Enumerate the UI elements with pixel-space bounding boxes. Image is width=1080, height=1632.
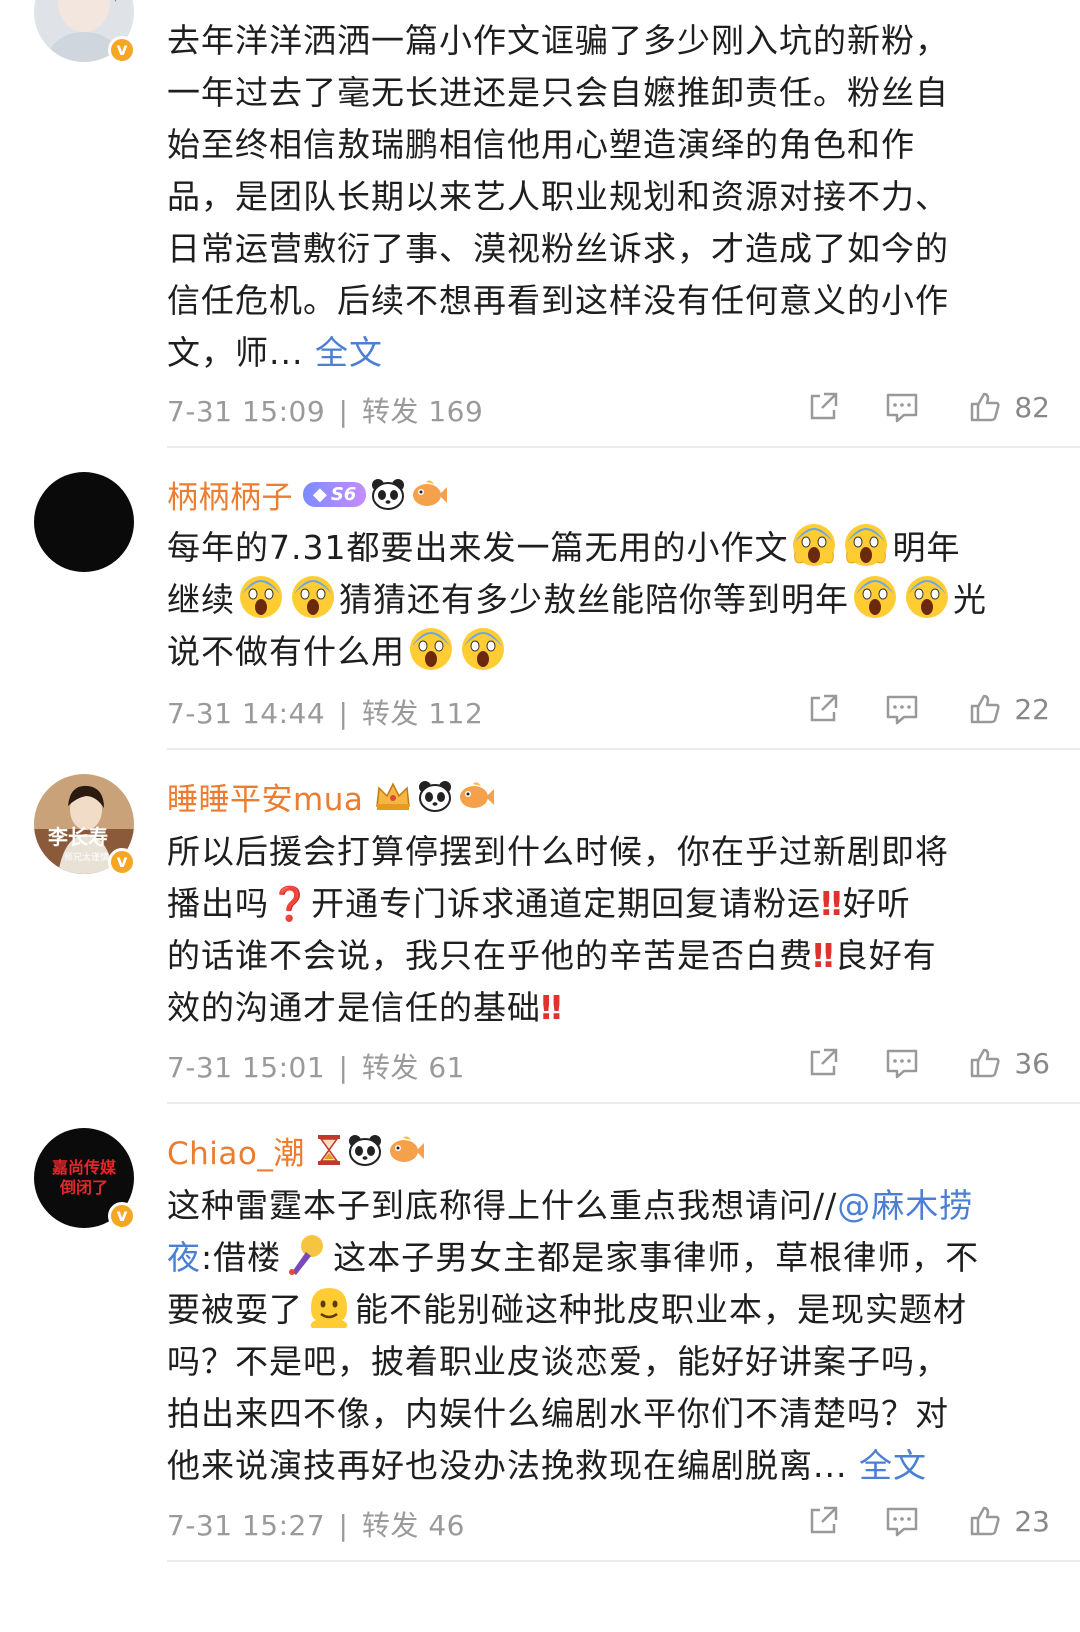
share-icon	[811, 1048, 838, 1076]
medal-icon: ◆	[313, 483, 327, 505]
timestamp: 7-31 15:27	[167, 1509, 326, 1542]
comment-icon	[887, 393, 918, 423]
divider	[167, 1102, 1080, 1104]
repost-count: 169	[428, 395, 484, 428]
verified-icon: v	[108, 1202, 136, 1230]
timestamp: 7-31 15:09	[167, 395, 326, 428]
like-button[interactable]: 23	[968, 1504, 1050, 1538]
avatar[interactable]	[34, 472, 134, 572]
repost-count: 46	[428, 1509, 465, 1542]
level-badge: ◆ S6	[303, 481, 367, 507]
like-count: 23	[1014, 1504, 1050, 1538]
avatar-caption: 嘉尚传媒	[51, 1158, 116, 1177]
panda-icon	[419, 781, 452, 812]
repost-count: 112	[428, 697, 484, 730]
avatar-subcaption: 师兄太谨慎	[64, 851, 109, 863]
timestamp: 7-31 14:44	[167, 697, 326, 730]
comment-button[interactable]	[884, 390, 920, 424]
hourglass-icon	[317, 1135, 340, 1165]
verified-icon: v	[108, 848, 136, 876]
avatar[interactable]: 嘉尚传媒 倒闭了 v	[34, 1128, 136, 1230]
verified-icon: v	[108, 36, 136, 64]
repost-label: 转发	[361, 1509, 419, 1542]
like-count: 82	[1014, 390, 1050, 424]
comment-text: 这种雷霆本子到底称得上什么重点我想请问//@麻木捞 夜:借楼 这本子男女主都是家事…	[167, 1186, 980, 1485]
fish-icon	[389, 1136, 424, 1162]
repost-label: 转发	[361, 697, 419, 730]
comment-icon	[887, 1507, 918, 1537]
thumbs-up-icon	[971, 392, 1000, 422]
scream-emoji-icon	[793, 524, 836, 566]
like-button[interactable]: 36	[968, 1046, 1050, 1080]
avatar-subcaption: 倒闭了	[59, 1178, 108, 1197]
double-exclamation-icon: ‼	[813, 936, 835, 975]
like-count: 36	[1014, 1046, 1050, 1080]
question-icon: ❓	[269, 884, 312, 923]
comment-icon	[887, 695, 918, 725]
fish-icon	[460, 782, 495, 808]
mention-link[interactable]: @麻木捞	[837, 1186, 973, 1225]
username[interactable]: Chiao_潮	[167, 1128, 305, 1173]
divider	[167, 748, 1080, 750]
comment-text: 去年洋洋洒洒一篇小作文诓骗了多少刚入坑的新粉， 一年过去了毫无长进还是只会自嬷推…	[167, 21, 949, 372]
repost-label: 转发	[361, 395, 419, 428]
timestamp: 7-31 15:01	[167, 1051, 326, 1084]
double-exclamation-icon: ‼	[821, 884, 843, 923]
scream-emoji-icon	[462, 628, 504, 670]
scream-emoji-icon	[240, 576, 282, 618]
melting-face-emoji-icon	[310, 1288, 348, 1328]
crown-icon	[376, 782, 411, 810]
comment-button[interactable]	[884, 1046, 920, 1080]
share-button[interactable]	[806, 1046, 840, 1080]
username[interactable]: 睡睡平安mua	[167, 774, 363, 819]
avatar[interactable]: 李长寿 师兄太谨慎 v	[34, 774, 136, 876]
comment-meta: 7-31 15:09 | 转发 169	[167, 395, 484, 428]
comment-button[interactable]	[884, 1504, 920, 1538]
scream-emoji-icon	[292, 576, 334, 618]
scream-emoji-icon	[854, 576, 896, 618]
share-icon	[811, 1506, 838, 1534]
microphone-emoji-icon	[289, 1235, 324, 1275]
panda-icon	[372, 479, 405, 510]
thumbs-up-icon	[971, 1048, 1000, 1078]
repost-label: 转发	[361, 1051, 419, 1084]
like-button[interactable]: 22	[968, 692, 1050, 726]
share-button[interactable]	[806, 1504, 840, 1538]
like-count: 22	[1014, 692, 1050, 726]
double-exclamation-icon: ‼	[541, 988, 563, 1027]
avatar-caption: 李长寿	[47, 825, 108, 849]
comment-meta: 7-31 14:44 | 转发 112	[167, 697, 484, 730]
comment-button[interactable]	[884, 692, 920, 726]
divider	[167, 1560, 1080, 1562]
scream-emoji-icon	[845, 524, 888, 566]
panda-icon	[348, 1135, 381, 1166]
username[interactable]: 柄柄柄子	[167, 472, 293, 517]
thumbs-up-icon	[971, 1506, 1000, 1536]
repost-count: 61	[428, 1051, 465, 1084]
scream-emoji-icon	[906, 576, 948, 618]
comment-text: 每年的7.31都要出来发一篇无用的小作文 明年 继续 猜猜还有多少敖丝能陪你等到明年…	[167, 522, 1013, 678]
full-text-link[interactable]: 全文	[859, 1446, 927, 1485]
thumbs-up-icon	[971, 694, 1000, 724]
mention-link[interactable]: 夜	[167, 1238, 201, 1277]
like-button[interactable]: 82	[968, 390, 1050, 424]
share-button[interactable]	[806, 390, 840, 424]
comment-icon	[887, 1049, 918, 1079]
comment-text: 所以后援会打算停摆到什么时候，你在乎过新剧即将 播出吗❓开通专门诉求通道定期回复…	[167, 832, 949, 1027]
share-icon	[811, 392, 838, 420]
avatar[interactable]: v	[34, 0, 136, 64]
share-icon	[811, 694, 838, 722]
full-text-link[interactable]: 全文	[315, 333, 383, 372]
fish-icon	[413, 480, 448, 506]
scream-emoji-icon	[410, 628, 452, 670]
divider	[167, 446, 1080, 448]
comment-meta: 7-31 15:27 | 转发 46	[167, 1509, 465, 1542]
comment-meta: 7-31 15:01 | 转发 61	[167, 1051, 465, 1084]
share-button[interactable]	[806, 692, 840, 726]
